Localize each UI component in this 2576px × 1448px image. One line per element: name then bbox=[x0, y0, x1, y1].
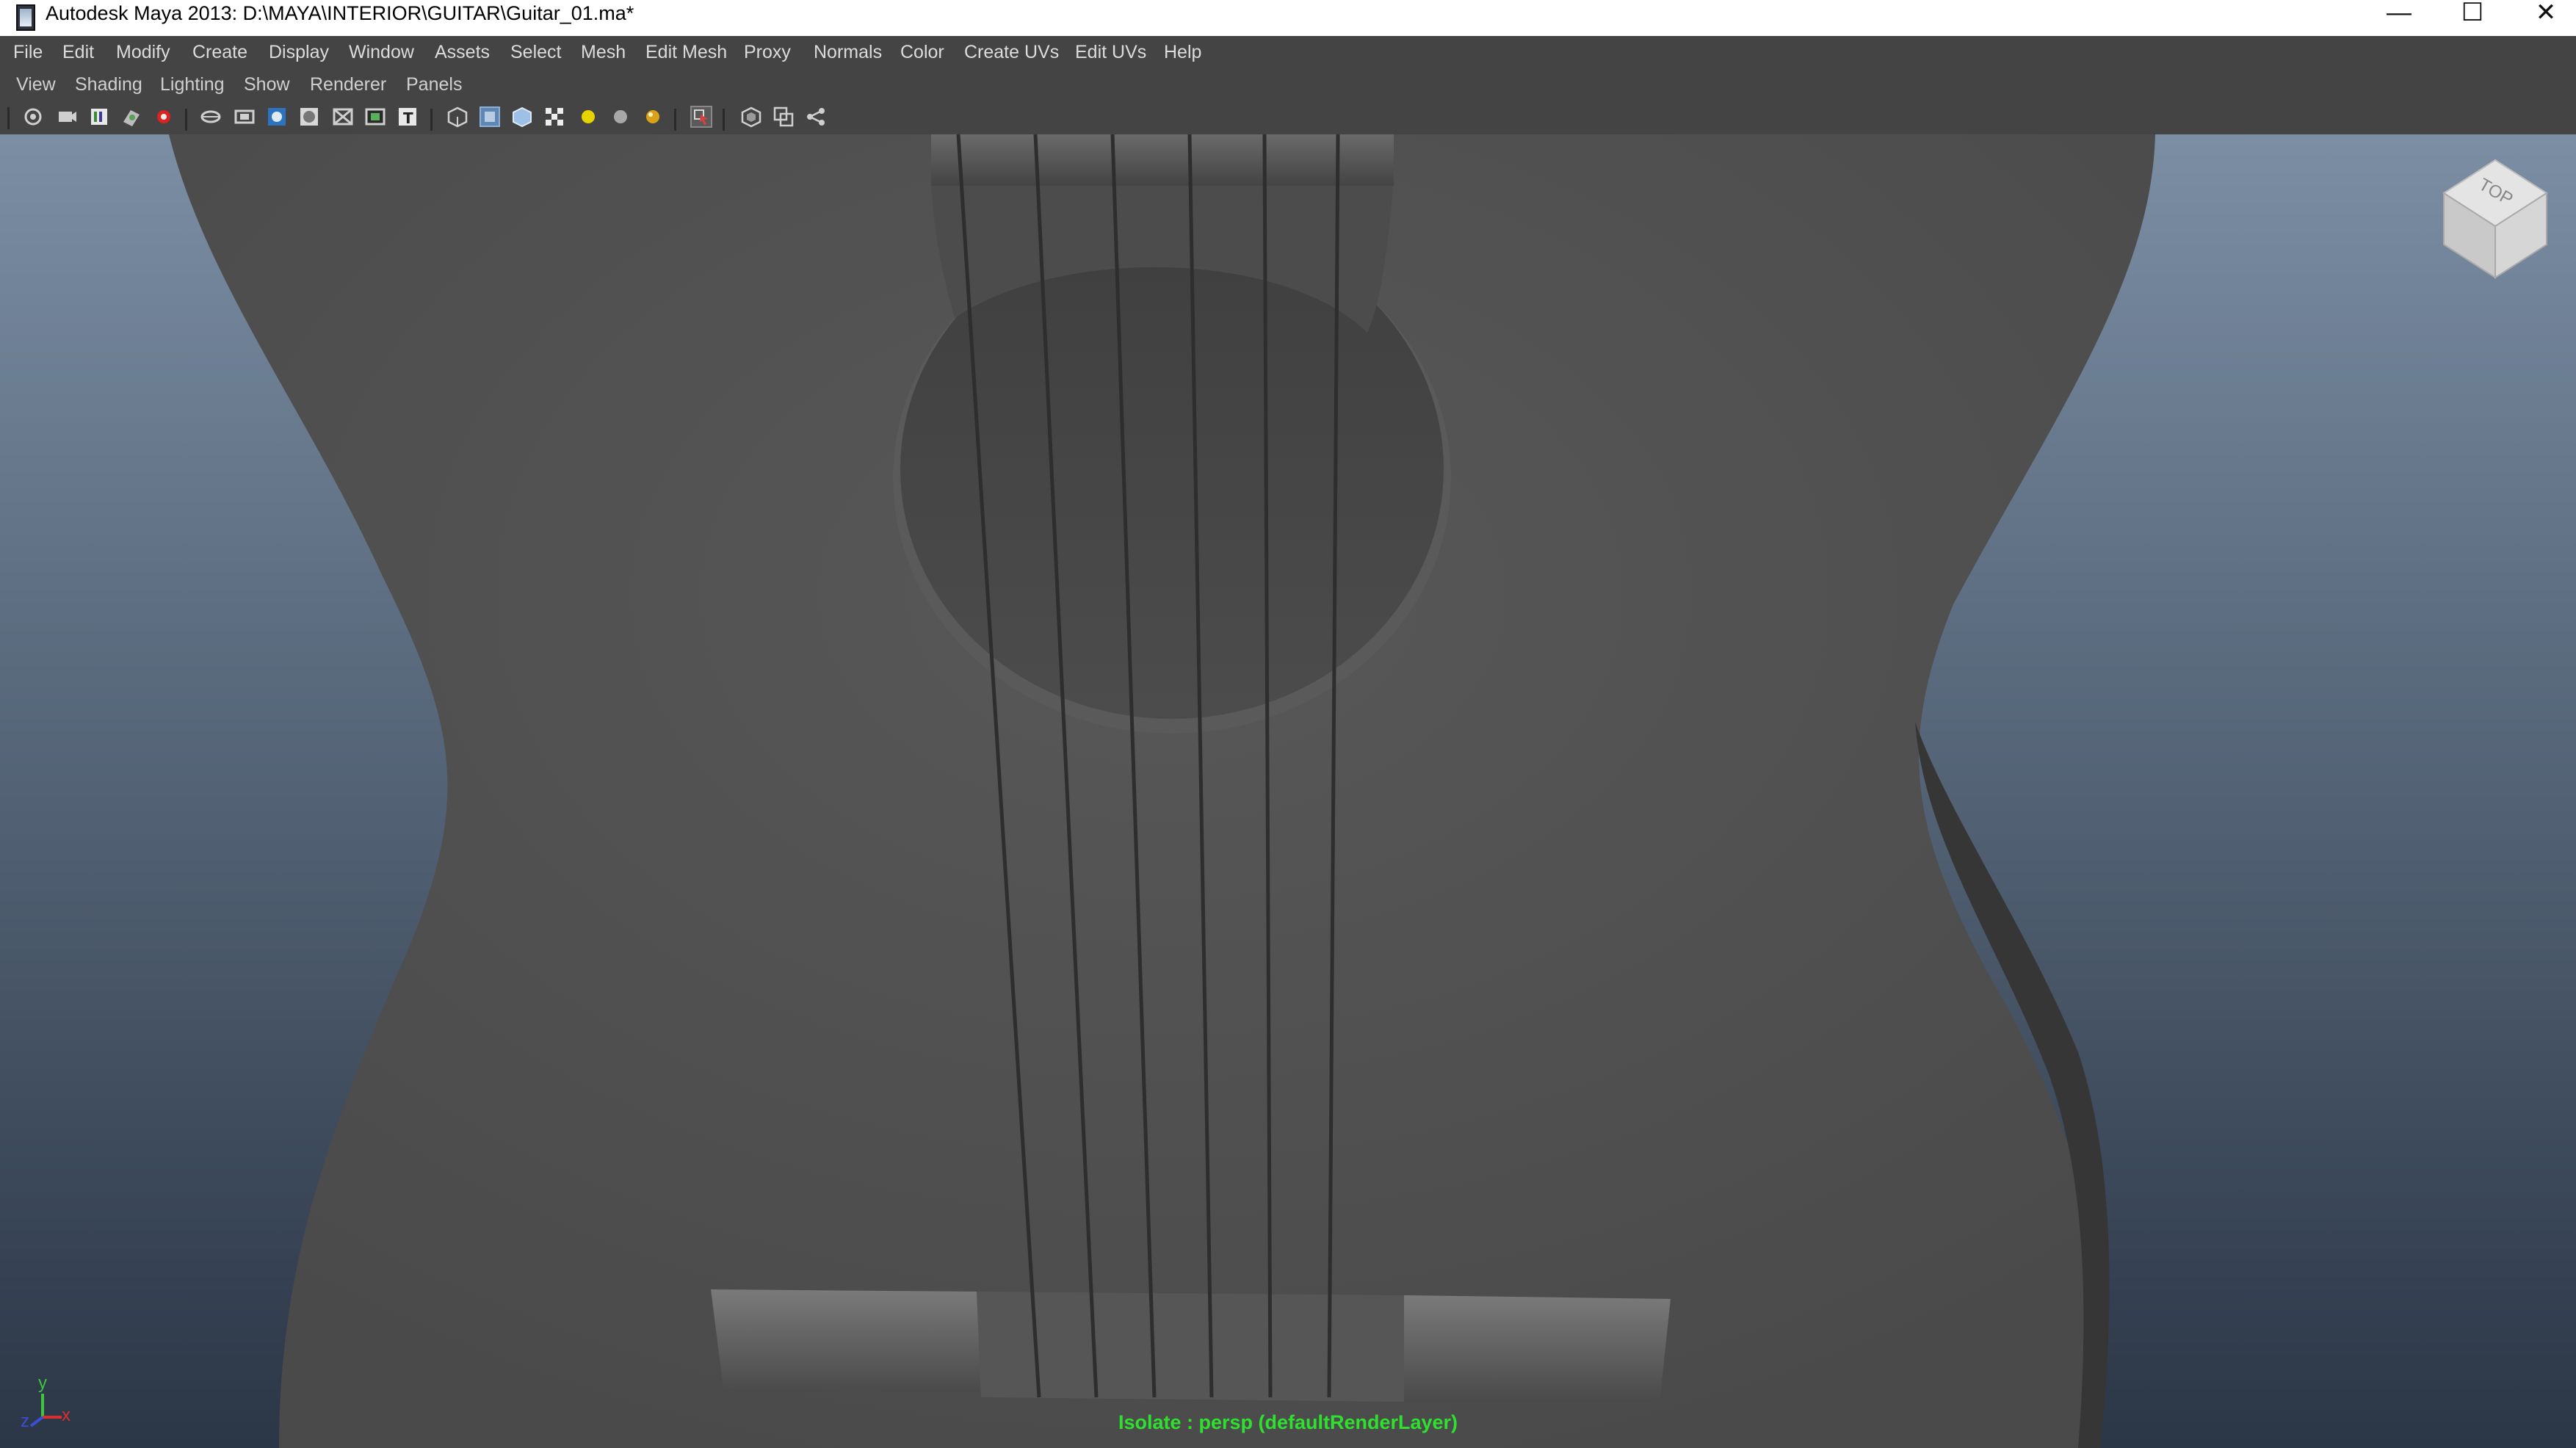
window-title: Autodesk Maya 2013: D:\MAYA\INTERIOR\GUI… bbox=[46, 2, 634, 24]
safe-title-icon[interactable]: T bbox=[397, 106, 419, 128]
toolbar-separator bbox=[723, 109, 725, 131]
panel-menu-view[interactable]: View bbox=[16, 68, 56, 101]
use-all-lights-icon[interactable] bbox=[577, 106, 599, 128]
wireframe-icon[interactable] bbox=[446, 106, 468, 128]
viewport-canvas[interactable] bbox=[0, 134, 2576, 1448]
bridge-left-wing[interactable] bbox=[711, 1289, 981, 1393]
toolbar-separator bbox=[185, 109, 187, 131]
menu-normals[interactable]: Normals bbox=[814, 36, 882, 68]
menu-window[interactable]: Window bbox=[349, 36, 414, 68]
panel-menu-bar: View Shading Lighting Show Renderer Pane… bbox=[0, 68, 2576, 101]
gate-mask-icon[interactable] bbox=[298, 106, 320, 128]
main-menu-bar: File Edit Modify Create Display Window A… bbox=[0, 36, 2576, 68]
minimize-button[interactable]: — bbox=[2359, 0, 2439, 29]
field-chart-icon[interactable] bbox=[332, 106, 354, 128]
resolution-gate-icon[interactable] bbox=[266, 106, 288, 128]
image-plane-icon[interactable] bbox=[120, 106, 142, 128]
menu-help[interactable]: Help bbox=[1164, 36, 1201, 68]
grid-icon[interactable] bbox=[200, 106, 222, 128]
high-quality-icon[interactable] bbox=[642, 106, 664, 128]
maya-app-icon bbox=[16, 4, 35, 31]
close-button[interactable]: ✕ bbox=[2506, 0, 2576, 29]
menu-color[interactable]: Color bbox=[900, 36, 944, 68]
bridge-right-wing[interactable] bbox=[1404, 1295, 1671, 1402]
panel-menu-renderer[interactable]: Renderer bbox=[310, 68, 386, 101]
toolbar-separator bbox=[7, 107, 10, 129]
axis-y-label: y bbox=[38, 1373, 47, 1393]
svg-text:T: T bbox=[403, 109, 413, 127]
menu-edit-mesh[interactable]: Edit Mesh bbox=[645, 36, 727, 68]
toolbar-separator bbox=[430, 109, 433, 131]
menu-edit[interactable]: Edit bbox=[62, 36, 94, 68]
xray-icon[interactable] bbox=[740, 106, 762, 128]
isolate-select-icon[interactable] bbox=[690, 106, 712, 128]
view-cube[interactable]: TOP bbox=[2436, 153, 2554, 285]
bookmarks-icon[interactable] bbox=[88, 106, 110, 128]
panel-menu-show[interactable]: Show bbox=[244, 68, 290, 101]
maximize-button[interactable]: ☐ bbox=[2432, 0, 2513, 29]
menu-edit-uvs[interactable]: Edit UVs bbox=[1075, 36, 1146, 68]
textured-icon[interactable] bbox=[543, 106, 565, 128]
toolbar-separator bbox=[674, 109, 676, 131]
title-bar: Autodesk Maya 2013: D:\MAYA\INTERIOR\GUI… bbox=[0, 0, 2576, 36]
menu-create-uvs[interactable]: Create UVs bbox=[964, 36, 1059, 68]
menu-file[interactable]: File bbox=[13, 36, 43, 68]
panel-menu-panels[interactable]: Panels bbox=[406, 68, 462, 101]
safe-action-icon[interactable] bbox=[364, 106, 386, 128]
xray-joints-icon[interactable] bbox=[773, 106, 795, 128]
menu-select[interactable]: Select bbox=[510, 36, 561, 68]
perspective-viewport[interactable] bbox=[0, 134, 2576, 1448]
panel-menu-shading[interactable]: Shading bbox=[75, 68, 142, 101]
menu-assets[interactable]: Assets bbox=[435, 36, 490, 68]
ssao-icon[interactable] bbox=[805, 106, 827, 128]
menu-display[interactable]: Display bbox=[269, 36, 329, 68]
2d-pan-zoom-icon[interactable] bbox=[153, 106, 175, 128]
menu-modify[interactable]: Modify bbox=[116, 36, 170, 68]
bridge-center[interactable] bbox=[977, 1292, 1404, 1402]
menu-create[interactable]: Create bbox=[192, 36, 247, 68]
menu-mesh[interactable]: Mesh bbox=[581, 36, 626, 68]
panel-toolbar bbox=[0, 101, 2576, 134]
menu-proxy[interactable]: Proxy bbox=[744, 36, 791, 68]
camera-attributes-icon[interactable] bbox=[56, 106, 78, 128]
panel-menu-lighting[interactable]: Lighting bbox=[160, 68, 225, 101]
fret-bar bbox=[931, 134, 1394, 186]
default-material-icon[interactable] bbox=[511, 106, 533, 128]
smooth-shade-icon[interactable] bbox=[479, 106, 501, 128]
shadows-icon[interactable] bbox=[609, 106, 632, 128]
film-gate-icon[interactable] bbox=[234, 106, 256, 128]
viewport-status-text: Isolate : persp (defaultRenderLayer) bbox=[1118, 1411, 1458, 1433]
select-camera-icon[interactable] bbox=[22, 106, 44, 128]
